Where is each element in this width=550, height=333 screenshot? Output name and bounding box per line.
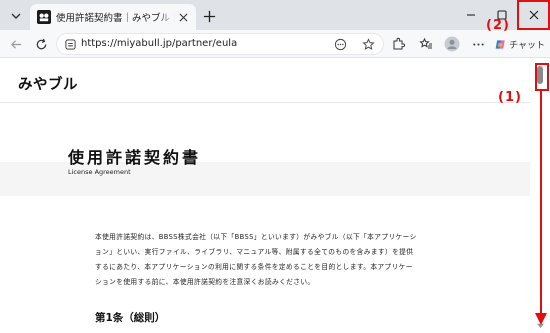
intro-line: 本使用許諾契約は、BBSS株式会社（以下「BBSS」といいます）がみやブル（以下…	[95, 233, 417, 241]
arrow-left-icon	[10, 39, 21, 49]
extensions-puzzle-icon[interactable]	[389, 35, 407, 53]
browser-toolbar: https://miyabull.jp/partner/eula チャット	[0, 30, 550, 58]
site-info-icon[interactable]	[64, 38, 77, 51]
intro-paragraph: 本使用許諾契約は、BBSS株式会社（以下「BBSS」といいます）がみやブル（以下…	[95, 230, 455, 290]
favorite-star-icon[interactable]	[361, 37, 376, 52]
read-aloud-icon[interactable]	[333, 37, 348, 52]
tab-strip: 使用許諾契約書｜みやブル｜ネットワーク	[0, 0, 550, 30]
favorites-icon[interactable]	[417, 35, 435, 53]
back-button[interactable]	[6, 34, 26, 54]
browser-tab-active[interactable]: 使用許諾契約書｜みやブル｜ネットワーク	[30, 4, 196, 30]
copilot-icon	[495, 39, 505, 49]
copilot-chat-button[interactable]: チャット	[495, 34, 545, 54]
address-bar[interactable]: https://miyabull.jp/partner/eula	[56, 33, 384, 55]
refresh-icon	[36, 38, 46, 49]
article-heading: 第1条（総則）	[95, 312, 166, 324]
plus-icon	[203, 10, 215, 22]
profile-avatar-icon[interactable]	[443, 35, 461, 53]
minimize-icon	[467, 14, 475, 16]
chevron-down-icon	[11, 13, 21, 19]
annotation-arrow-down-icon	[535, 313, 547, 325]
site-logo[interactable]: みやブル	[18, 73, 78, 94]
annotation-label-2: (2)	[486, 18, 510, 33]
reload-button[interactable]	[31, 34, 51, 54]
page-viewport: みやブル 使用許諾契約書 License Agreement 本使用許諾契約は、…	[0, 58, 550, 333]
annotation-arrow-line	[540, 91, 542, 315]
header-divider	[0, 102, 530, 103]
intro-line: ョン」といい、実行ファイル、ライブラリ、マニュアル等、附属する全てのものを含みま…	[95, 248, 414, 256]
tab-title: 使用許諾契約書｜みやブル｜ネットワーク	[56, 13, 176, 24]
annotation-label-1: (1)	[498, 90, 522, 105]
annotation-box-scroll-thumb	[535, 63, 549, 91]
intro-line: するにあたり、本アプリケーションの利用に関する条件を定めることを目的とします。本…	[95, 263, 413, 271]
page-title: 使用許諾契約書	[68, 148, 202, 167]
tab-actions-menu-button[interactable]	[6, 6, 26, 25]
tab-close-icon[interactable]	[176, 10, 190, 24]
more-options-icon[interactable]	[469, 35, 487, 53]
new-tab-button[interactable]	[200, 7, 218, 25]
page-subtitle: License Agreement	[68, 168, 131, 176]
minimize-window-button[interactable]	[456, 0, 486, 30]
site-favicon-icon	[36, 10, 51, 25]
annotation-box-close	[517, 0, 550, 30]
address-bar-url: https://miyabull.jp/partner/eula	[81, 38, 238, 49]
intro-line: ションを使用する前に、本使用許諾契約を注意深くお読みください。	[95, 278, 315, 286]
copilot-label: チャット	[509, 40, 545, 51]
